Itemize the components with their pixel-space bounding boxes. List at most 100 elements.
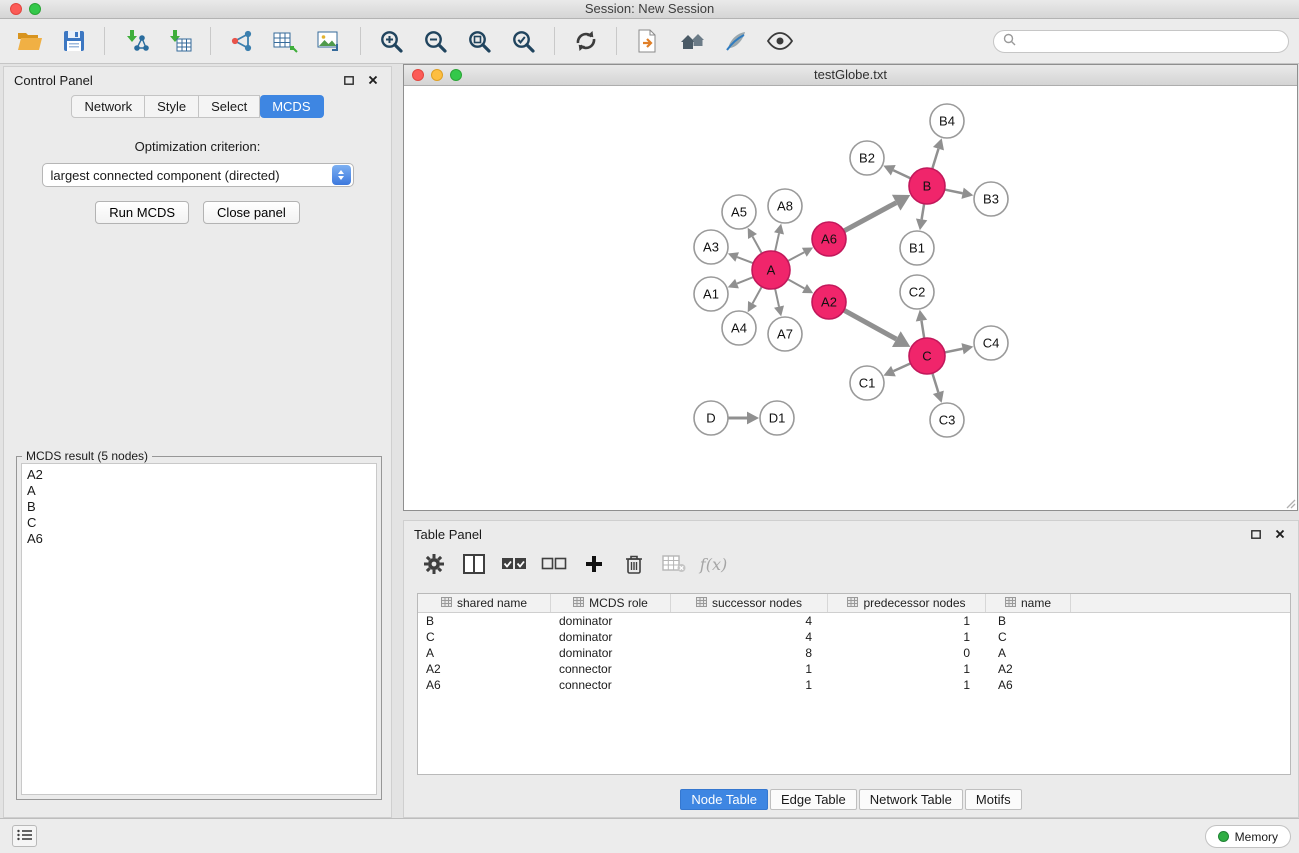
table-row[interactable]: Cdominator41C	[418, 629, 1290, 645]
graph-edge-A6-B[interactable]	[844, 203, 896, 231]
column-header-predecessor-nodes[interactable]: predecessor nodes	[828, 594, 986, 612]
export-table-button[interactable]	[266, 23, 305, 59]
graph-node-C4[interactable]: C4	[974, 326, 1008, 360]
tab-edge-table[interactable]: Edge Table	[770, 789, 857, 810]
create-column-button[interactable]	[576, 549, 611, 579]
network-minimize-button[interactable]	[431, 69, 443, 81]
table-settings-button[interactable]	[416, 549, 451, 579]
graph-node-B1[interactable]: B1	[900, 231, 934, 265]
optimization-criterion-select[interactable]: largest connected component (directed)	[42, 163, 354, 187]
search-input[interactable]	[1021, 34, 1279, 48]
tab-network[interactable]: Network	[71, 95, 145, 118]
column-header-successor-nodes[interactable]: successor nodes	[671, 594, 828, 612]
zoom-fit-button[interactable]	[460, 23, 499, 59]
resize-grip-icon[interactable]	[1284, 497, 1296, 509]
result-item[interactable]: C	[27, 515, 371, 531]
zoom-in-button[interactable]	[372, 23, 411, 59]
deselect-all-rows-button[interactable]	[536, 549, 571, 579]
toggle-column-button[interactable]	[456, 549, 491, 579]
column-header-name[interactable]: name	[986, 594, 1071, 612]
tab-node-table[interactable]: Node Table	[680, 789, 768, 810]
table-row[interactable]: Bdominator41B	[418, 613, 1290, 629]
graph-node-A1[interactable]: A1	[694, 277, 728, 311]
memory-button[interactable]: Memory	[1205, 825, 1291, 848]
import-table-button[interactable]	[160, 23, 199, 59]
graph-node-A7[interactable]: A7	[768, 317, 802, 351]
export-image-button[interactable]	[310, 23, 349, 59]
show-graphics-details-button[interactable]	[760, 23, 799, 59]
graph-edge-C-C4[interactable]	[945, 349, 963, 353]
graph-node-B3[interactable]: B3	[974, 182, 1008, 216]
graph-edge-C-C2[interactable]	[921, 321, 924, 339]
graph-edge-A-A1[interactable]	[737, 277, 753, 284]
open-session-button[interactable]	[10, 23, 49, 59]
graph-edge-C-C3[interactable]	[932, 373, 938, 392]
zoom-out-button[interactable]	[416, 23, 455, 59]
home-button[interactable]	[672, 23, 711, 59]
graph-node-A8[interactable]: A8	[768, 189, 802, 223]
result-item[interactable]: A	[27, 483, 371, 499]
close-window-button[interactable]	[10, 3, 22, 15]
graph-node-C2[interactable]: C2	[900, 275, 934, 309]
float-panel-icon[interactable]	[341, 72, 357, 88]
save-session-button[interactable]	[54, 23, 93, 59]
graph-edge-B-B3[interactable]	[945, 190, 963, 194]
new-network-button[interactable]	[222, 23, 261, 59]
run-mcds-button[interactable]: Run MCDS	[95, 201, 189, 224]
column-header-shared-name[interactable]: shared name	[418, 594, 551, 612]
graph-edge-B-B2[interactable]	[893, 170, 910, 178]
graph-edge-A-A4[interactable]	[753, 287, 762, 304]
graph-edge-B-B1[interactable]	[922, 204, 925, 220]
delete-column-button[interactable]	[616, 549, 651, 579]
graph-node-C1[interactable]: C1	[850, 366, 884, 400]
float-table-panel-icon[interactable]	[1248, 526, 1264, 542]
tab-motifs[interactable]: Motifs	[965, 789, 1022, 810]
graph-edge-C-C1[interactable]	[893, 363, 910, 371]
tab-network-table[interactable]: Network Table	[859, 789, 963, 810]
tab-select[interactable]: Select	[199, 95, 260, 118]
graph-node-A6[interactable]: A6	[812, 222, 846, 256]
table-row[interactable]: A6connector11A6	[418, 677, 1290, 693]
open-session-file-button[interactable]	[628, 23, 667, 59]
graph-node-D1[interactable]: D1	[760, 401, 794, 435]
graph-node-B2[interactable]: B2	[850, 141, 884, 175]
result-item[interactable]: A2	[27, 467, 371, 483]
zoom-selected-button[interactable]	[504, 23, 543, 59]
table-row[interactable]: A2connector11A2	[418, 661, 1290, 677]
close-table-panel-icon[interactable]	[1272, 526, 1288, 542]
graph-node-A2[interactable]: A2	[812, 285, 846, 319]
import-network-button[interactable]	[116, 23, 155, 59]
select-all-rows-button[interactable]	[496, 549, 531, 579]
graph-edge-A-A7[interactable]	[775, 289, 779, 307]
close-panel-icon[interactable]	[365, 72, 381, 88]
result-item[interactable]: B	[27, 499, 371, 515]
refresh-layout-button[interactable]	[566, 23, 605, 59]
graph-edge-A-A5[interactable]	[753, 237, 762, 254]
table-row[interactable]: Adominator80A	[418, 645, 1290, 661]
graph-node-A5[interactable]: A5	[722, 195, 756, 229]
graph-edge-B-B4[interactable]	[932, 149, 938, 169]
result-item[interactable]: A6	[27, 531, 371, 547]
graph-edge-A-A6[interactable]	[788, 252, 805, 261]
network-zoom-button[interactable]	[450, 69, 462, 81]
network-close-button[interactable]	[412, 69, 424, 81]
graph-edge-A2-C[interactable]	[844, 310, 896, 339]
tab-style[interactable]: Style	[145, 95, 199, 118]
graph-node-B[interactable]: B	[909, 168, 945, 204]
graph-edge-A-A2[interactable]	[788, 279, 805, 288]
tab-mcds[interactable]: MCDS	[260, 95, 323, 118]
graph-edge-A-A8[interactable]	[775, 233, 779, 251]
graph-node-A[interactable]: A	[752, 251, 790, 289]
task-history-button[interactable]	[12, 825, 37, 847]
graph-node-A4[interactable]: A4	[722, 311, 756, 345]
graph-node-D[interactable]: D	[694, 401, 728, 435]
graph-node-A3[interactable]: A3	[694, 230, 728, 264]
graph-node-C[interactable]: C	[909, 338, 945, 374]
graph-node-B4[interactable]: B4	[930, 104, 964, 138]
close-panel-button[interactable]: Close panel	[203, 201, 300, 224]
zoom-window-button[interactable]	[29, 3, 41, 15]
graph-node-C3[interactable]: C3	[930, 403, 964, 437]
style-brush-button[interactable]	[716, 23, 755, 59]
graph-edge-A-A3[interactable]	[737, 257, 753, 263]
column-header-MCDS-role[interactable]: MCDS role	[551, 594, 671, 612]
